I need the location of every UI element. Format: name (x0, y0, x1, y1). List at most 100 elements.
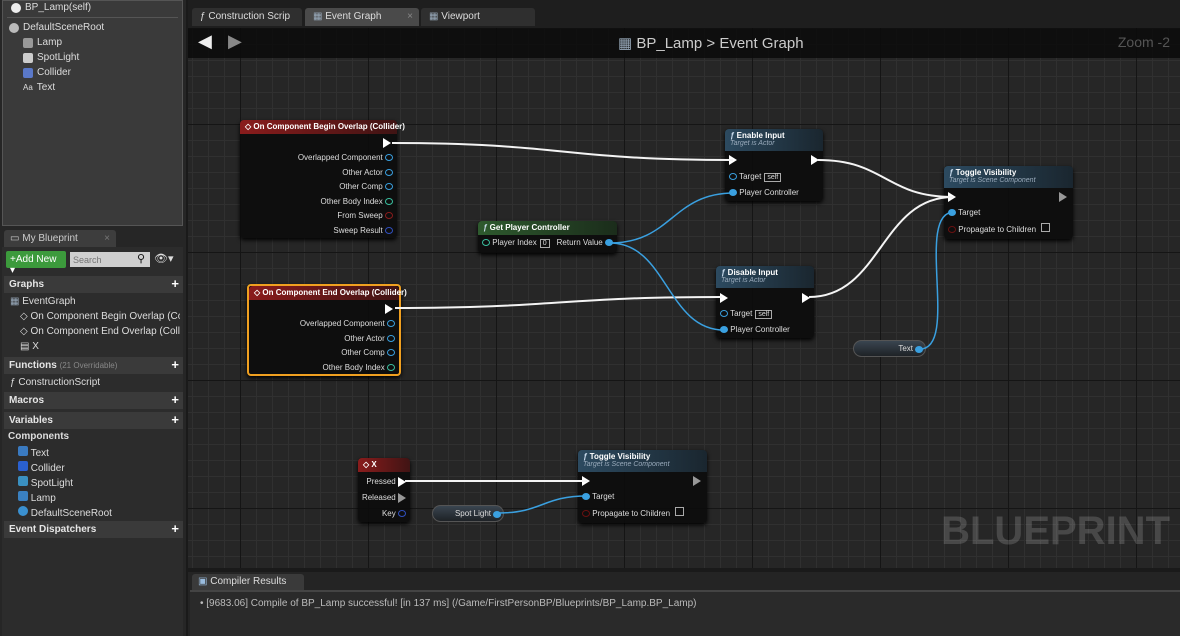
exec-pin-icon[interactable] (383, 138, 391, 148)
exec-pin-icon[interactable] (802, 293, 810, 303)
exec-pin-icon[interactable] (948, 192, 956, 202)
pin-icon[interactable] (385, 168, 393, 176)
pin-icon[interactable] (387, 334, 395, 342)
section-macros[interactable]: Macros + (4, 392, 183, 409)
exec-in[interactable] (729, 155, 737, 165)
close-icon[interactable]: × (104, 233, 110, 244)
graph-item-x[interactable]: ▤ X (20, 341, 180, 352)
forward-arrow-icon[interactable]: ▶ (228, 31, 242, 52)
exec-pin-icon[interactable] (398, 477, 406, 487)
component-collider[interactable]: Collider (23, 67, 71, 78)
exec-out[interactable] (383, 138, 391, 148)
pin-icon[interactable] (729, 173, 737, 181)
node-get-player-controller[interactable]: ƒ Get Player Controller Player Index 0 Ret… (478, 221, 617, 253)
add-variable-button[interactable]: + (171, 413, 179, 427)
section-variables[interactable]: Variables + (4, 412, 183, 429)
node-key-x[interactable]: ◇ X Pressed Released Key (358, 458, 410, 522)
component-lamp[interactable]: Lamp (23, 37, 62, 48)
exec-pin-icon[interactable] (398, 493, 406, 503)
variable-root[interactable]: DefaultSceneRoot (18, 506, 178, 519)
propagate-checkbox[interactable] (675, 507, 685, 516)
pin-icon[interactable] (720, 310, 728, 318)
node-toggle-visibility-text[interactable]: ƒ Toggle Visibility Target is Scene Compo… (944, 166, 1073, 239)
back-arrow-icon[interactable]: ◀ (198, 31, 212, 52)
add-macro-button[interactable]: + (171, 393, 179, 407)
breadcrumb-blueprint[interactable]: BP_Lamp (636, 35, 702, 52)
exec-pin-icon[interactable] (729, 155, 737, 165)
exec-pin-icon[interactable] (385, 304, 393, 314)
pin-icon[interactable] (482, 239, 490, 247)
exec-in[interactable] (582, 476, 590, 486)
propagate-checkbox[interactable] (1041, 223, 1051, 232)
add-function-button[interactable]: + (171, 358, 179, 372)
variable-spotlight[interactable]: SpotLight (18, 476, 178, 489)
pin-default-value[interactable]: 0 (539, 239, 550, 248)
variable-collider[interactable]: Collider (18, 461, 178, 474)
exec-pin-icon[interactable] (693, 476, 701, 486)
exec-in[interactable] (948, 192, 956, 202)
eye-icon[interactable]: 👁▾ (154, 252, 174, 265)
search-icon[interactable]: ⚲ (137, 252, 145, 265)
function-item[interactable]: ƒ ConstructionScript (10, 377, 170, 388)
add-graph-button[interactable]: + (171, 277, 179, 291)
compiler-results-tab[interactable]: ▣ Compiler Results (192, 574, 304, 590)
pin-default-value[interactable]: self (755, 310, 773, 319)
breadcrumb-graph[interactable]: Event Graph (719, 35, 803, 52)
graph-item-end-overlap[interactable]: ◇ On Component End Overlap (Collider) (20, 326, 180, 337)
exec-out[interactable] (385, 304, 393, 314)
exec-out[interactable] (693, 476, 701, 486)
variable-lamp[interactable]: Lamp (18, 491, 178, 504)
pin-icon[interactable] (385, 212, 393, 220)
pin-icon[interactable] (605, 239, 613, 247)
node-end-overlap[interactable]: ◇ On Component End Overlap (Collider) Ove… (247, 284, 407, 376)
pin-icon[interactable] (493, 511, 501, 518)
node-toggle-visibility-spotlight[interactable]: ƒ Toggle Visibility Target is Scene Compo… (578, 450, 707, 523)
node-begin-overlap[interactable]: ◇ On Component Begin Overlap (Collider) O… (240, 120, 405, 238)
pin-icon[interactable] (385, 183, 393, 191)
event-graph-item[interactable]: ▦ EventGraph (10, 296, 170, 307)
exec-pin-icon[interactable] (720, 293, 728, 303)
add-dispatcher-button[interactable]: + (171, 522, 179, 536)
tab-event-graph[interactable]: ▦ Event Graph × (305, 8, 419, 26)
pin-icon[interactable] (948, 209, 956, 217)
exec-pin-icon[interactable] (582, 476, 590, 486)
component-text[interactable]: Aa Text (23, 82, 55, 93)
pin-icon[interactable] (948, 226, 956, 234)
exec-out[interactable] (811, 155, 819, 165)
exec-pin-icon[interactable] (811, 155, 819, 165)
exec-out-released[interactable]: Released (362, 493, 406, 503)
variable-text[interactable]: Text (18, 446, 178, 459)
exec-pin-icon[interactable] (1059, 192, 1067, 202)
my-blueprint-tab[interactable]: ▭ My Blueprint × (4, 230, 116, 247)
node-text-variable[interactable]: Text (853, 340, 926, 357)
components-category[interactable]: Components (8, 431, 168, 442)
pin-icon[interactable] (915, 346, 923, 353)
exec-out[interactable] (1059, 192, 1067, 202)
pin-icon[interactable] (385, 226, 393, 234)
pin-icon[interactable] (729, 189, 737, 197)
node-enable-input[interactable]: ƒ Enable Input Target is Actor Target self… (725, 129, 823, 201)
pin-icon[interactable] (398, 510, 406, 518)
graph-item-begin-overlap[interactable]: ◇ On Component Begin Overlap (Collider) (20, 311, 180, 322)
node-disable-input[interactable]: ƒ Disable Input Target is Actor Target sel… (716, 266, 814, 338)
component-root[interactable]: DefaultSceneRoot (9, 22, 104, 33)
exec-in[interactable] (720, 293, 728, 303)
tab-construction-script[interactable]: ƒ Construction Scrip (192, 8, 302, 26)
node-spotlight-variable[interactable]: Spot Light (432, 505, 504, 522)
pin-icon[interactable] (582, 493, 590, 501)
pin-icon[interactable] (387, 349, 395, 357)
graph-canvas[interactable]: ◀ ▶ ▦ BP_Lamp > Event Graph Zoom -2 ◇ On… (188, 28, 1180, 568)
pin-default-value[interactable]: self (764, 173, 782, 182)
section-graphs[interactable]: Graphs + (4, 276, 183, 293)
section-event-dispatchers[interactable]: Event Dispatchers + (4, 521, 183, 538)
pin-icon[interactable] (582, 510, 590, 518)
tab-viewport[interactable]: ▦ Viewport (421, 8, 535, 26)
exec-out[interactable] (802, 293, 810, 303)
pin-icon[interactable] (385, 197, 393, 205)
section-functions[interactable]: Functions (21 Overridable) + (4, 357, 183, 374)
pin-icon[interactable] (387, 363, 395, 371)
component-self[interactable]: BP_Lamp(self) (11, 2, 91, 13)
add-new-button[interactable]: +Add New ▾ (6, 251, 66, 276)
pin-icon[interactable] (720, 326, 728, 334)
component-spotlight[interactable]: SpotLight (23, 52, 79, 63)
